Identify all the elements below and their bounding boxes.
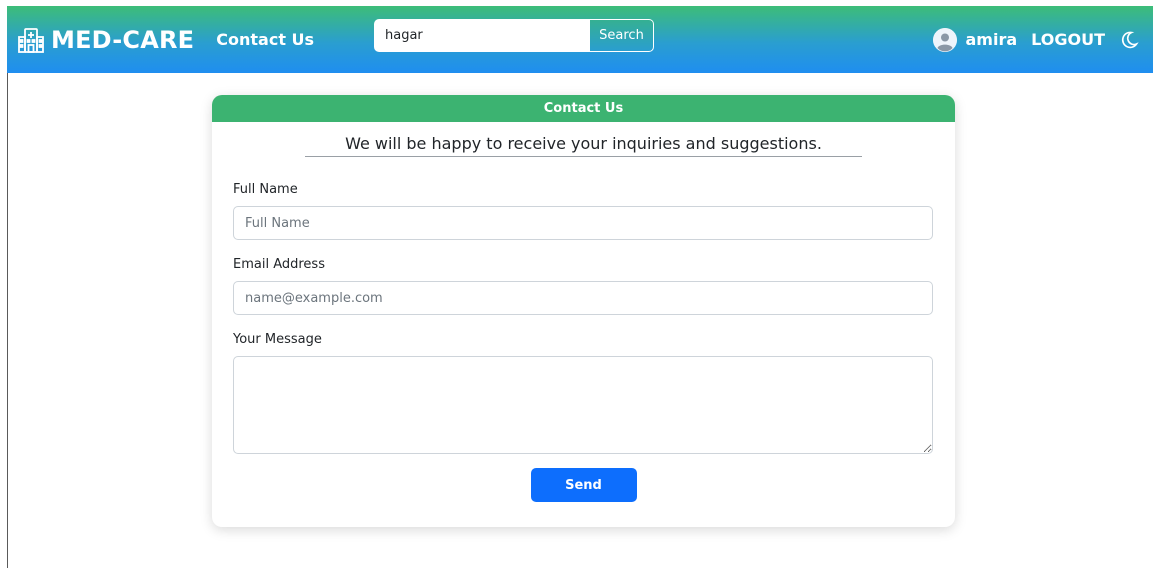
card-header: Contact Us	[212, 95, 955, 122]
full-name-label: Full Name	[233, 182, 298, 197]
email-field[interactable]	[233, 281, 933, 315]
hospital-icon	[17, 26, 45, 54]
message-label: Your Message	[233, 332, 322, 347]
message-textarea[interactable]	[233, 356, 933, 454]
logout-button[interactable]: LOGOUT	[1031, 30, 1105, 49]
brand-name: MED-CARE	[51, 25, 195, 54]
card-subtitle: We will be happy to receive your inquiri…	[305, 134, 862, 157]
top-navbar: MED-CARE Contact Us Search amira LOGOUT	[7, 6, 1153, 73]
search-input[interactable]	[375, 20, 589, 51]
send-button[interactable]: Send	[530, 468, 637, 502]
search-bar: Search	[374, 19, 654, 52]
email-label: Email Address	[233, 257, 325, 272]
user-area: amira LOGOUT	[933, 6, 1139, 73]
full-name-field[interactable]	[233, 206, 933, 240]
page-left-border	[7, 73, 8, 568]
brand[interactable]: MED-CARE	[17, 6, 194, 73]
user-name[interactable]: amira	[965, 30, 1017, 49]
user-avatar-icon[interactable]	[933, 27, 958, 52]
moon-icon[interactable]	[1119, 30, 1139, 50]
search-button[interactable]: Search	[589, 20, 653, 51]
contact-card: Contact Us We will be happy to receive y…	[212, 95, 955, 527]
contact-form: Full Name Email Address Your Message Sen…	[212, 182, 955, 502]
nav-link-contact-us[interactable]: Contact Us	[216, 30, 314, 49]
